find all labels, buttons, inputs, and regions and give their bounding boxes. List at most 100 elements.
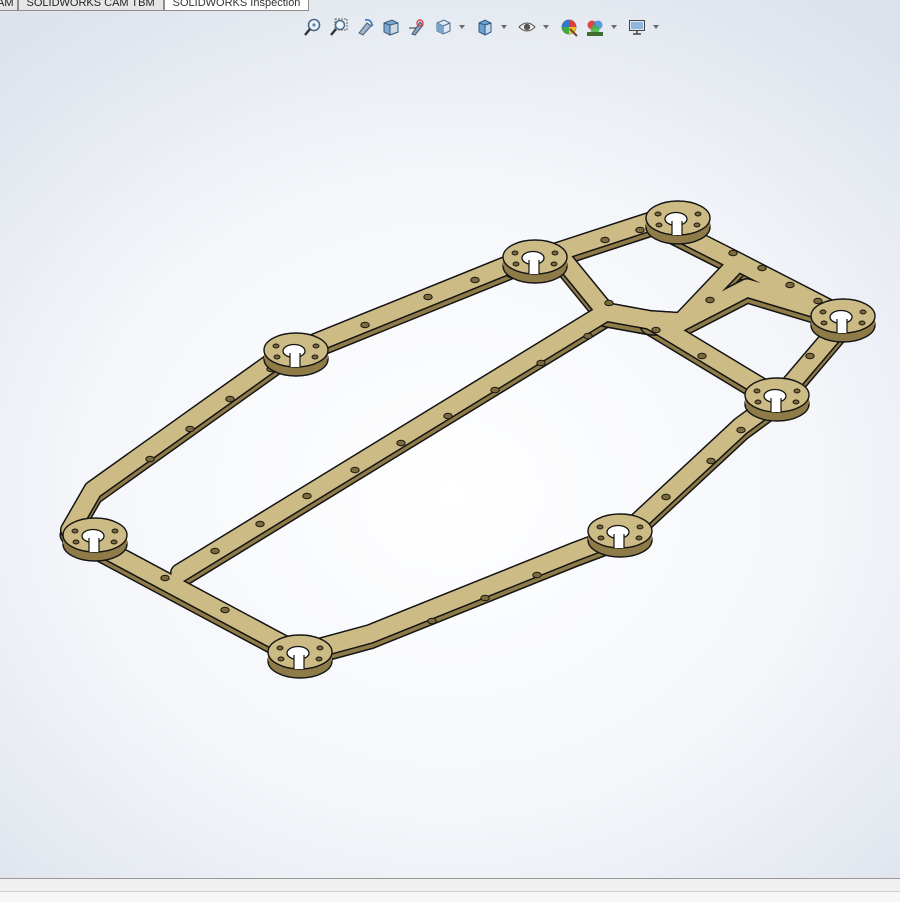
frame-rails <box>59 210 858 669</box>
chevron-down-icon <box>501 25 507 29</box>
bolt-hole <box>302 492 312 500</box>
clip-hole <box>111 528 119 534</box>
clip-hole <box>636 524 644 530</box>
bolt-hole <box>583 332 593 340</box>
clip-hole <box>311 354 319 360</box>
display-style-icon <box>478 19 492 36</box>
model-part[interactable] <box>59 200 876 679</box>
bolt-hole <box>705 296 715 304</box>
apply-scene-button[interactable] <box>583 15 607 39</box>
edit-appearance-icon <box>561 19 578 37</box>
clip-hole <box>72 539 80 545</box>
bolt-hole <box>532 571 542 579</box>
bolt-hole <box>220 606 230 614</box>
clip-hole <box>272 343 280 349</box>
view-settings-dropdown[interactable] <box>651 15 661 39</box>
section-view-button[interactable] <box>379 15 403 39</box>
display-style-dropdown[interactable] <box>499 15 509 39</box>
view-orientation-dropdown[interactable] <box>457 15 467 39</box>
clip-hole <box>512 261 520 267</box>
edit-appearance-button[interactable] <box>557 15 581 39</box>
chevron-down-icon <box>653 25 659 29</box>
rail-top <box>618 389 788 541</box>
status-bar <box>0 878 900 902</box>
section-view-icon <box>383 19 399 36</box>
mount-clip <box>62 517 128 562</box>
mount-clip <box>263 332 329 377</box>
hide-show-items-icon <box>518 22 536 32</box>
clip-hole <box>819 309 827 315</box>
bolt-hole <box>396 439 406 447</box>
clip-hole <box>859 309 867 315</box>
bolt-hole <box>785 281 795 289</box>
bolt-hole <box>600 236 610 244</box>
tab-am[interactable]: AM <box>0 0 18 11</box>
clip-hole <box>71 528 79 534</box>
command-manager-tabs: AM SOLIDWORKS CAM TBM SOLIDWORKS Inspect… <box>0 0 310 11</box>
clip-slot <box>672 221 682 235</box>
bolt-hole <box>210 547 220 555</box>
clip-hole <box>694 211 702 217</box>
clip-hole <box>753 388 761 394</box>
chevron-down-icon <box>459 25 465 29</box>
previous-view-button[interactable] <box>353 15 377 39</box>
clip-hole <box>654 211 662 217</box>
mount-clip <box>502 239 568 284</box>
tab-solidworks-cam-tbm[interactable]: SOLIDWORKS CAM TBM <box>17 0 164 11</box>
hide-show-items-button[interactable] <box>515 15 539 39</box>
bolt-hole <box>728 249 738 257</box>
bolt-hole <box>423 293 433 301</box>
clip-slot <box>290 353 300 367</box>
clip-hole <box>550 261 558 267</box>
clip-hole <box>511 250 519 256</box>
bolt-hole <box>635 226 645 234</box>
bolt-hole <box>145 455 155 463</box>
bolt-hole <box>805 352 815 360</box>
bolt-hole <box>160 574 170 582</box>
view-settings-button[interactable] <box>625 15 649 39</box>
clip-hole <box>820 320 828 326</box>
clip-slot <box>529 260 539 274</box>
bolt-hole <box>350 466 360 474</box>
view-orientation-button[interactable] <box>431 15 455 39</box>
clip-hole <box>276 645 284 651</box>
graphics-area[interactable] <box>0 40 900 876</box>
bolt-hole <box>360 321 370 329</box>
clip-hole <box>635 535 643 541</box>
clip-hole <box>315 656 323 662</box>
clip-hole <box>792 399 800 405</box>
hide-show-items-dropdown[interactable] <box>541 15 551 39</box>
bolt-hole <box>490 386 500 394</box>
clip-hole <box>858 320 866 326</box>
view-settings-icon <box>629 20 645 35</box>
previous-view-icon <box>358 19 374 36</box>
bolt-hole <box>185 425 195 433</box>
bolt-hole <box>706 457 716 465</box>
clip-slot <box>614 534 624 548</box>
clip-slot <box>837 319 847 333</box>
mount-clip <box>810 298 876 343</box>
apply-scene-dropdown[interactable] <box>609 15 619 39</box>
clip-hole <box>110 539 118 545</box>
bolt-hole <box>757 264 767 272</box>
bolt-hole <box>651 326 661 334</box>
zoom-to-area-button[interactable] <box>327 15 351 39</box>
clip-hole <box>597 535 605 541</box>
bolt-hole <box>443 412 453 420</box>
clip-hole <box>596 524 604 530</box>
clip-hole <box>316 645 324 651</box>
zoom-to-fit-button[interactable] <box>301 15 325 39</box>
display-style-button[interactable] <box>473 15 497 39</box>
bolt-hole <box>661 493 671 501</box>
tab-solidworks-inspection[interactable]: SOLIDWORKS Inspection <box>163 0 310 11</box>
view-orientation-icon <box>436 19 451 35</box>
heads-up-view-toolbar <box>301 14 667 40</box>
clip-hole <box>312 343 320 349</box>
bolt-hole <box>536 359 546 367</box>
apply-scene-icon <box>587 20 603 36</box>
bolt-hole <box>255 520 265 528</box>
clip-hole <box>793 388 801 394</box>
bolt-hole <box>604 299 614 307</box>
bolt-hole <box>480 594 490 602</box>
dynamic-annotation-views-button[interactable] <box>405 15 429 39</box>
